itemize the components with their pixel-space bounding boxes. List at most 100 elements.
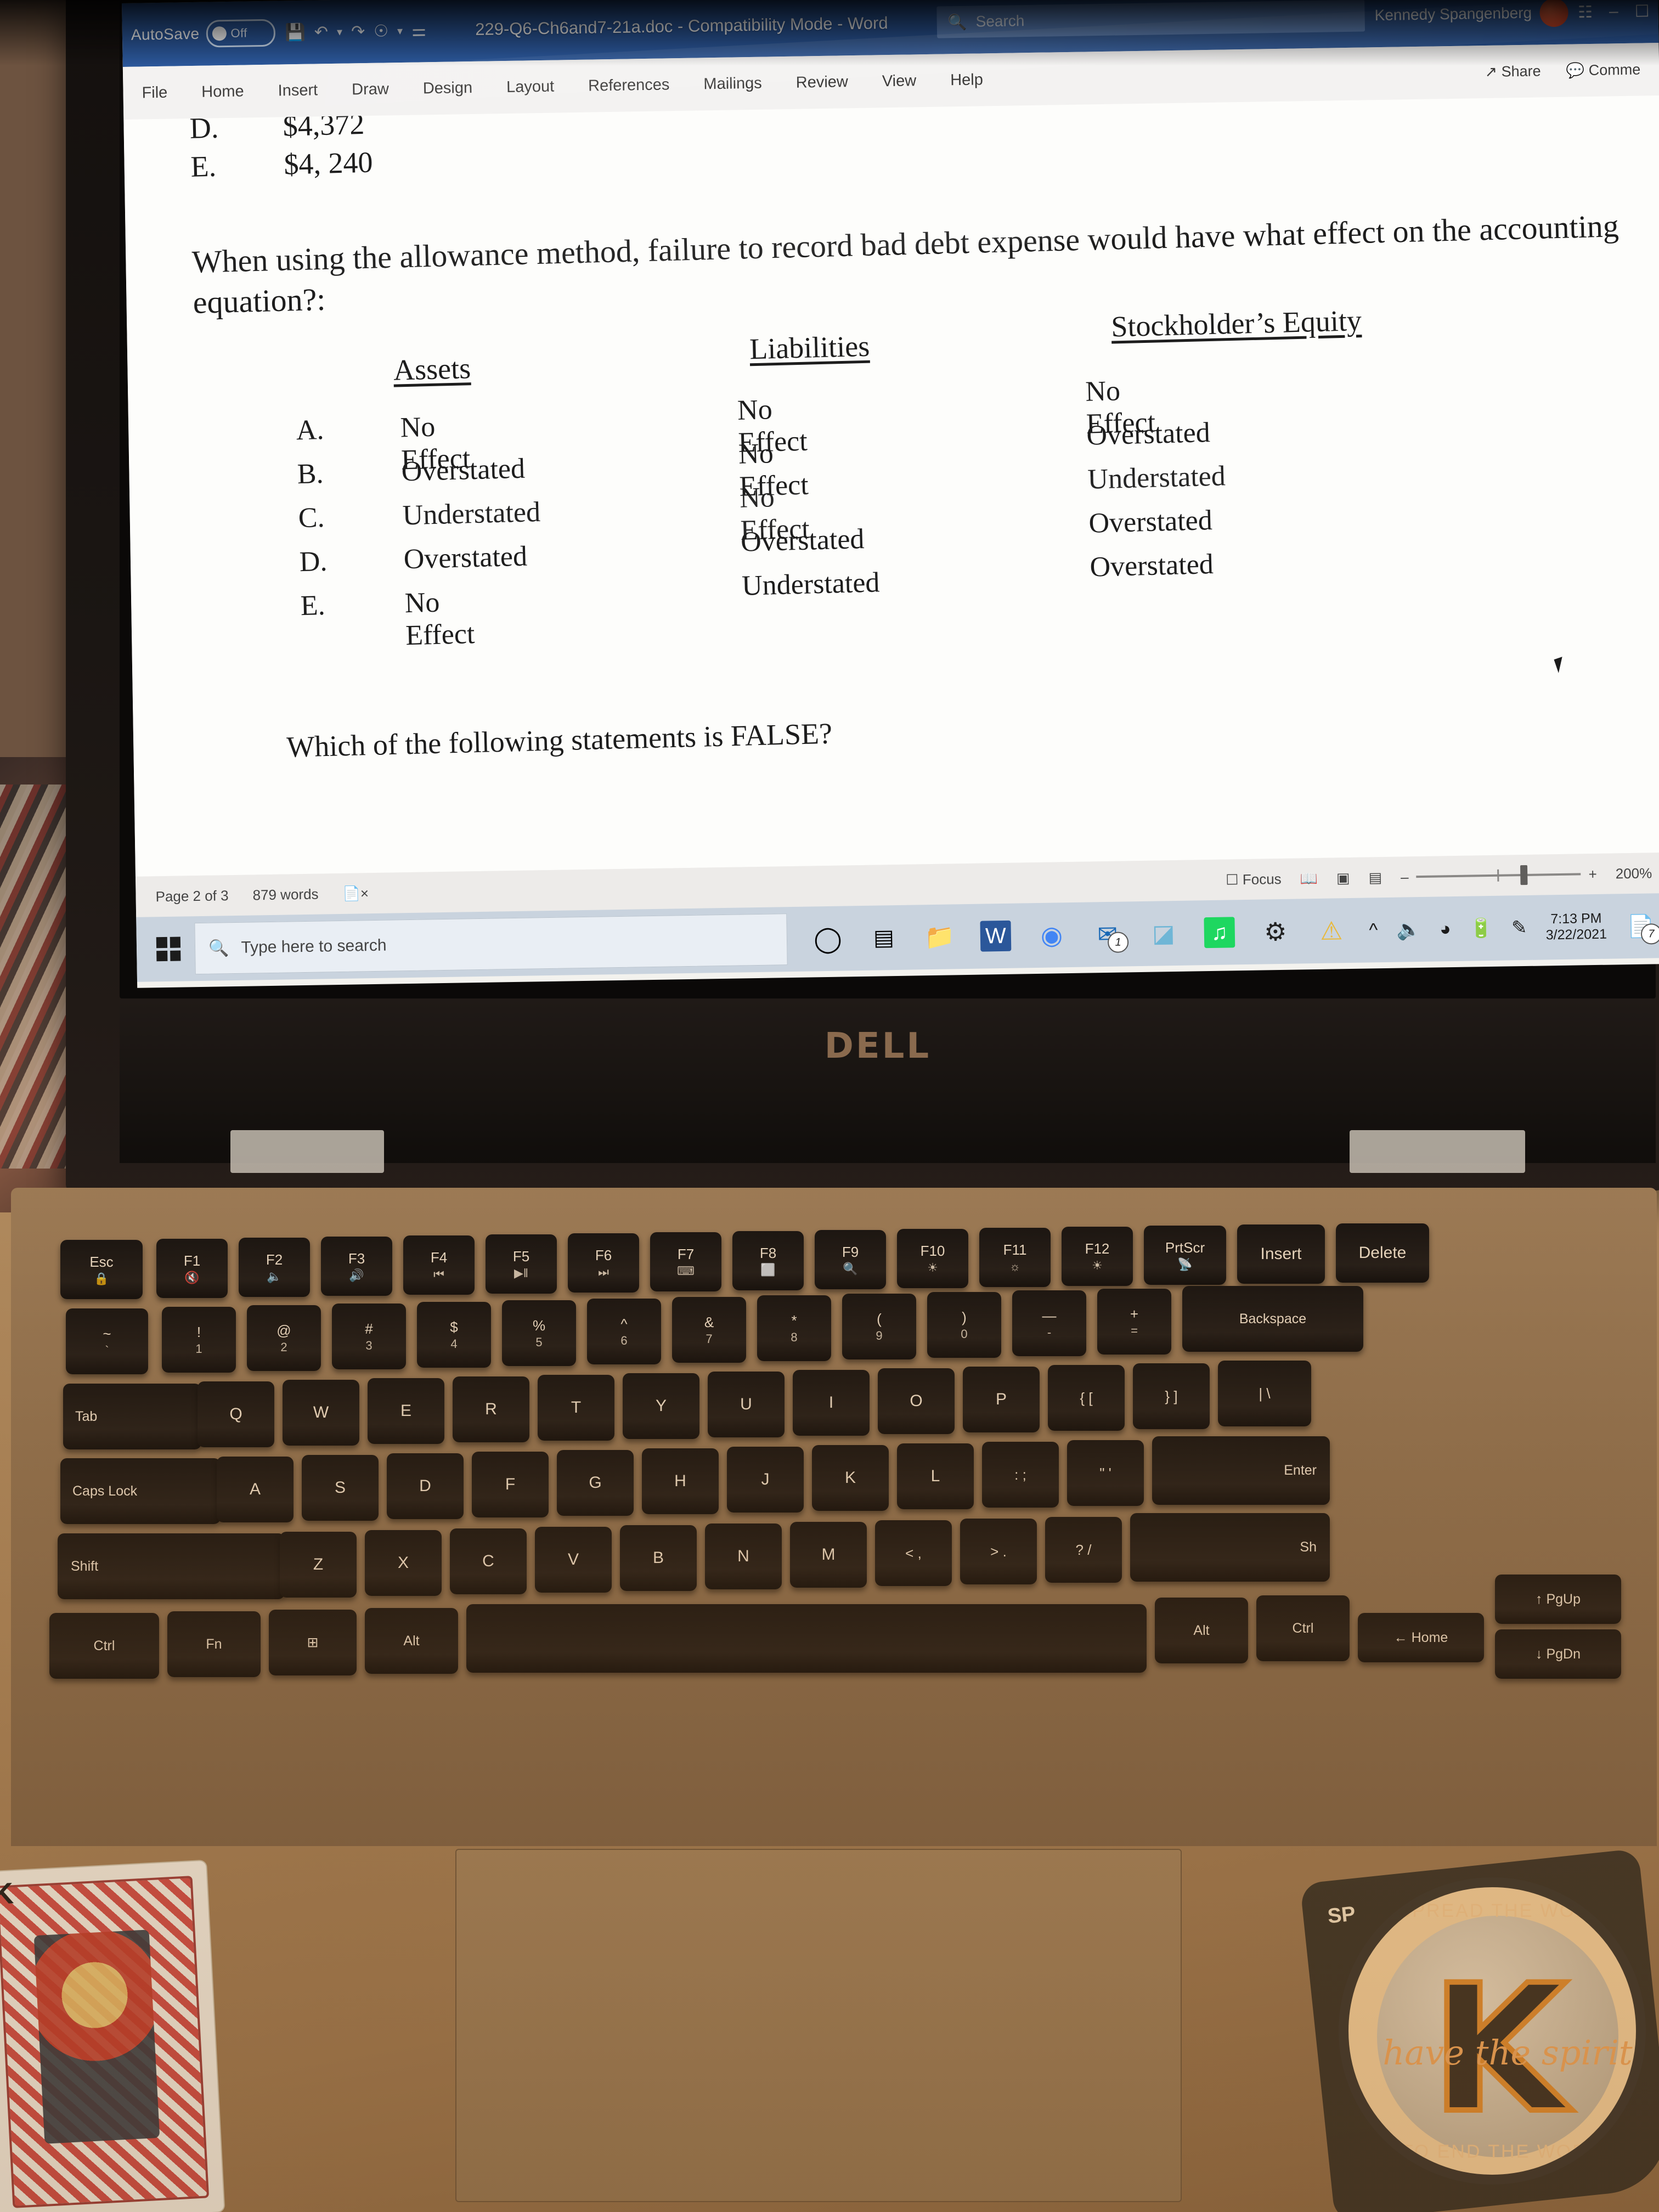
touch-mode-icon[interactable]: ☉ [374, 21, 388, 41]
key-quote[interactable]: " ' [1067, 1440, 1144, 1506]
key-g[interactable]: G [557, 1450, 634, 1516]
key-o[interactable]: O [878, 1368, 955, 1434]
key-shift-right[interactable]: Sh [1130, 1513, 1330, 1582]
key-2[interactable]: @2 [247, 1305, 321, 1371]
read-mode-icon[interactable]: 📖 [1300, 870, 1318, 887]
taskbar-search-input[interactable]: 🔍 Type here to search [194, 913, 788, 975]
key-4[interactable]: $4 [417, 1302, 491, 1368]
key-backslash[interactable]: | \ [1218, 1361, 1311, 1426]
zoom-track[interactable] [1416, 865, 1581, 885]
print-layout-icon[interactable]: ▣ [1336, 870, 1350, 887]
zoom-thumb[interactable] [1520, 865, 1528, 885]
page-indicator[interactable]: Page 2 of 3 [155, 887, 228, 905]
autosave-toggle[interactable]: Off [206, 19, 275, 48]
key-pgdn[interactable]: ↓ PgDn [1495, 1629, 1621, 1679]
key-5[interactable]: % 5 [502, 1300, 576, 1366]
warning-icon[interactable]: ⚠ [1316, 915, 1347, 946]
document-page[interactable]: D. $4,372 E. $4, 240 When using the allo… [123, 95, 1659, 877]
key-x[interactable]: X [365, 1530, 442, 1596]
key-v[interactable]: V [535, 1527, 612, 1593]
undo-chevron-down-icon[interactable]: ▾ [337, 25, 342, 38]
key-p[interactable]: P [963, 1367, 1040, 1432]
key-right-bracket[interactable]: } ] [1133, 1363, 1210, 1429]
key-left-bracket[interactable]: { [ [1048, 1365, 1125, 1431]
tab-references[interactable]: References [588, 76, 670, 95]
key-f4[interactable]: F4 ⏮ [403, 1235, 475, 1295]
key-3[interactable]: #3 [332, 1304, 406, 1369]
key-minus[interactable]: — - [1012, 1290, 1086, 1356]
key-ctrl-left[interactable]: Ctrl [49, 1613, 159, 1679]
key-f3[interactable]: F3 🔊 [321, 1237, 392, 1296]
key-n[interactable]: N [705, 1523, 782, 1589]
key-f8[interactable]: F8 ⬜ [732, 1231, 804, 1290]
task-view-icon[interactable]: ▤ [868, 922, 899, 953]
key-windows[interactable]: ⊞ [269, 1610, 357, 1675]
key-equals[interactable]: + = [1097, 1289, 1171, 1355]
tab-home[interactable]: Home [201, 82, 244, 101]
key-6[interactable]: ^ 6 [587, 1299, 661, 1364]
key-enter[interactable]: Enter [1152, 1436, 1330, 1505]
key-pgup[interactable]: ↑ PgUp [1495, 1575, 1621, 1624]
key-w[interactable]: W [283, 1380, 359, 1446]
key-s[interactable]: S [302, 1455, 379, 1521]
web-layout-icon[interactable]: ▤ [1368, 869, 1382, 886]
onedrive-book-icon[interactable]: ◪ [1148, 918, 1179, 949]
zoom-level[interactable]: 200% [1616, 865, 1652, 882]
key-f6[interactable]: F6 ⏭ [568, 1233, 639, 1293]
pen-icon[interactable]: ✎ [1511, 917, 1527, 939]
tab-draw[interactable]: Draw [352, 80, 389, 99]
key-l[interactable]: L [897, 1443, 974, 1509]
word-icon[interactable]: W [980, 920, 1012, 952]
key-delete[interactable]: Delete [1336, 1223, 1429, 1283]
key-home[interactable]: ← Home [1358, 1613, 1484, 1662]
comments-button[interactable]: 💬 Comme [1566, 61, 1640, 80]
zoom-out-button[interactable]: – [1401, 868, 1409, 885]
key-y[interactable]: Y [623, 1373, 699, 1439]
battery-charging-icon[interactable]: 🔋 [1469, 917, 1493, 940]
proofing-errors-icon[interactable]: 📄× [342, 885, 369, 902]
volume-icon[interactable]: 🔈 [1396, 918, 1421, 941]
tab-insert[interactable]: Insert [278, 81, 318, 100]
clock[interactable]: 7:13 PM 3/22/2021 [1545, 910, 1607, 944]
key-f2[interactable]: F2 🔈 [239, 1238, 310, 1297]
save-icon[interactable]: 💾 [285, 22, 306, 42]
word-count[interactable]: 879 words [252, 885, 318, 904]
key-esc[interactable]: Esc 🔒 [60, 1240, 143, 1299]
key-semicolon[interactable]: : ; [982, 1442, 1059, 1508]
key-period[interactable]: > . [960, 1519, 1037, 1584]
key-f11[interactable]: F11 ☼ [979, 1228, 1051, 1287]
key-slash[interactable]: ? / [1045, 1517, 1122, 1583]
key-k[interactable]: K [812, 1445, 889, 1511]
share-button[interactable]: ↗ Share [1485, 63, 1541, 81]
key-ctrl-right[interactable]: Ctrl [1256, 1595, 1350, 1661]
key-1[interactable]: ! 1 [162, 1307, 236, 1373]
user-account[interactable]: Kennedy Spangenberg [1374, 0, 1568, 30]
chrome-icon[interactable]: ◉ [1036, 919, 1067, 951]
tab-help[interactable]: Help [950, 71, 983, 89]
key-a[interactable]: A [217, 1457, 294, 1522]
key-insert[interactable]: Insert [1237, 1224, 1325, 1284]
cortana-icon[interactable]: ◯ [812, 923, 844, 955]
key-8[interactable]: * 8 [757, 1295, 831, 1361]
redo-icon[interactable]: ↷ [351, 22, 365, 41]
mail-icon[interactable]: ✉ 1 [1092, 919, 1129, 953]
tab-design[interactable]: Design [423, 78, 473, 97]
autosave-control[interactable]: AutoSave Off [131, 19, 275, 49]
key-d[interactable]: D [387, 1453, 464, 1519]
key-j[interactable]: J [727, 1447, 804, 1513]
key-h[interactable]: H [642, 1448, 719, 1514]
key-backtick[interactable]: ~ ` [66, 1308, 148, 1374]
key-comma[interactable]: < , [875, 1520, 952, 1586]
search-box[interactable]: 🔍 Search [936, 0, 1365, 38]
undo-icon[interactable]: ↶ [314, 22, 329, 42]
key-f1[interactable]: F1 🔇 [156, 1239, 228, 1298]
tab-review[interactable]: Review [796, 73, 849, 92]
spotify-icon[interactable]: ♫ [1204, 917, 1235, 949]
focus-button[interactable]: ☐ Focus [1226, 870, 1282, 888]
minimize-icon[interactable]: – [1609, 2, 1618, 21]
key-prtscr[interactable]: PrtScr 📡 [1144, 1226, 1226, 1285]
key-f5[interactable]: F5 ▶‖ [486, 1234, 557, 1294]
customize-qat-icon[interactable]: ⚌ [411, 21, 426, 40]
key-u[interactable]: U [708, 1372, 785, 1437]
key-f9[interactable]: F9 🔍 [815, 1230, 886, 1289]
